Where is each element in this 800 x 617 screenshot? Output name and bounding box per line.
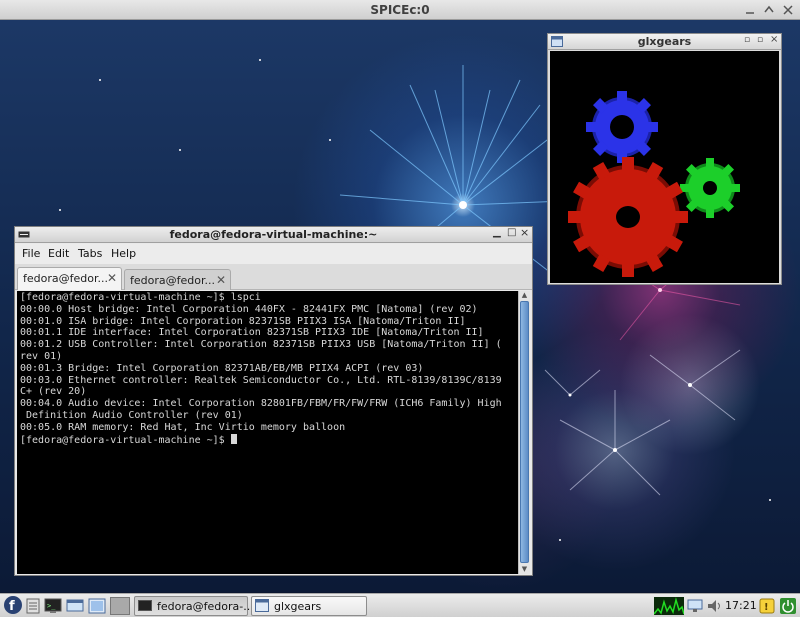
terminal-line: 00:05.0 RAM memory: Red Hat, Inc Virtio …: [20, 421, 346, 433]
terminal-line: 00:01.0 ISA bridge: Intel Corporation 82…: [20, 315, 466, 327]
clock[interactable]: 17:21: [725, 599, 757, 612]
terminal-cursor: [230, 433, 237, 444]
terminal-window[interactable]: fedora@fedora-virtual-machine:~ ▁ □ × Fi…: [14, 226, 533, 576]
menu-file[interactable]: File: [22, 247, 40, 260]
fedora-logo-icon[interactable]: f: [3, 595, 23, 614]
terminal-titlebar[interactable]: fedora@fedora-virtual-machine:~ ▁ □ ×: [15, 226, 532, 243]
scrollbar-thumb[interactable]: [520, 301, 529, 563]
terminal-line: 00:04.0 Audio device: Intel Corporation …: [20, 398, 502, 410]
terminal-scrollbar[interactable]: ▲ ▼: [518, 291, 530, 574]
show-desktop-icon[interactable]: [88, 597, 106, 615]
terminal-line: 00:03.0 Ethernet controller: Realtek Sem…: [20, 374, 502, 386]
window-icon: [255, 599, 269, 613]
terminal-menubar: File Edit Tabs Help: [15, 244, 532, 264]
menu-tabs[interactable]: Tabs: [78, 247, 102, 260]
menu-edit[interactable]: Edit: [48, 247, 69, 260]
task-label: fedora@fedora-...: [157, 600, 254, 613]
terminal-output[interactable]: [fedora@fedora-virtual-machine ~]$ lspci…: [17, 291, 518, 574]
taskbar-button-glxgears[interactable]: glxgears: [251, 596, 367, 616]
terminal-line: [fedora@fedora-virtual-machine ~]$ lspci: [20, 292, 261, 303]
close-icon[interactable]: ×: [770, 34, 778, 45]
terminal-line: 00:00.0 Host bridge: Intel Corporation 4…: [20, 303, 478, 315]
taskbar: f >_ fedora@fedora-... glxgears 17:21 !: [0, 593, 800, 617]
terminal-tab-1[interactable]: fedora@fedor... ✕: [17, 267, 122, 290]
terminal-line: 00:01.2 USB Controller: Intel Corporatio…: [20, 339, 502, 351]
terminal-tabbar: fedora@fedor... ✕ fedora@fedor... ✕: [15, 264, 532, 290]
task-label: glxgears: [274, 600, 322, 613]
terminal-icon[interactable]: >_: [44, 597, 62, 615]
gears-image: [568, 91, 740, 277]
terminal-line: 00:01.3 Bridge: Intel Corporation 82371A…: [20, 362, 424, 374]
minimize-icon[interactable]: [742, 2, 758, 18]
menu-help[interactable]: Help: [111, 247, 136, 260]
terminal-prompt: [fedora@fedora-virtual-machine ~]$: [20, 434, 231, 446]
network-icon[interactable]: [687, 597, 703, 615]
terminal-line: rev 01): [20, 350, 63, 362]
close-icon[interactable]: [780, 2, 796, 18]
close-icon[interactable]: ×: [520, 226, 529, 239]
maximize-icon[interactable]: [761, 2, 777, 18]
scroll-down-arrow-icon[interactable]: ▼: [519, 565, 530, 574]
tab-close-icon[interactable]: ✕: [107, 271, 117, 285]
browser-icon[interactable]: [66, 597, 84, 615]
tab-label: fedora@fedor...: [130, 274, 215, 287]
scroll-up-arrow-icon[interactable]: ▲: [519, 291, 530, 300]
gears-render-area: [550, 51, 779, 283]
tab-label: fedora@fedor...: [23, 272, 108, 285]
terminal-icon: [138, 599, 152, 613]
terminal-line: 00:01.1 IDE interface: Intel Corporation…: [20, 327, 484, 339]
outer-window-title: SPICEc:0: [370, 3, 430, 17]
updates-icon[interactable]: !: [759, 597, 775, 615]
terminal-prompt-line: [fedora@fedora-virtual-machine ~]$: [20, 433, 515, 447]
terminal-line: Definition Audio Controller (rev 01): [20, 409, 243, 421]
taskbar-button-terminal[interactable]: fedora@fedora-...: [134, 596, 254, 616]
outer-window-titlebar[interactable]: SPICEc:0: [0, 0, 800, 20]
svg-text:f: f: [9, 599, 15, 614]
maximize-icon[interactable]: □: [507, 227, 516, 238]
terminal-line: C+ (rev 20): [20, 386, 87, 398]
glxgears-window[interactable]: glxgears ▫ ▫ ×: [547, 33, 782, 285]
minimize-icon[interactable]: ▁: [493, 227, 501, 238]
terminal-title: fedora@fedora-virtual-machine:~: [169, 228, 378, 241]
workspace-switcher-icon[interactable]: [110, 597, 130, 615]
minimize-icon[interactable]: ▫: [744, 35, 750, 45]
svg-text:>_: >_: [47, 602, 56, 610]
maximize-icon[interactable]: ▫: [757, 35, 763, 45]
tab-close-icon[interactable]: ✕: [216, 273, 226, 287]
svg-text:!: !: [764, 602, 769, 613]
terminal-tab-2[interactable]: fedora@fedor... ✕: [124, 269, 231, 290]
glxgears-titlebar[interactable]: glxgears ▫ ▫ ×: [548, 34, 781, 50]
file-manager-icon[interactable]: [25, 597, 41, 615]
volume-icon[interactable]: [706, 597, 722, 615]
shutdown-icon[interactable]: [779, 597, 797, 615]
system-monitor-icon[interactable]: [653, 597, 685, 615]
